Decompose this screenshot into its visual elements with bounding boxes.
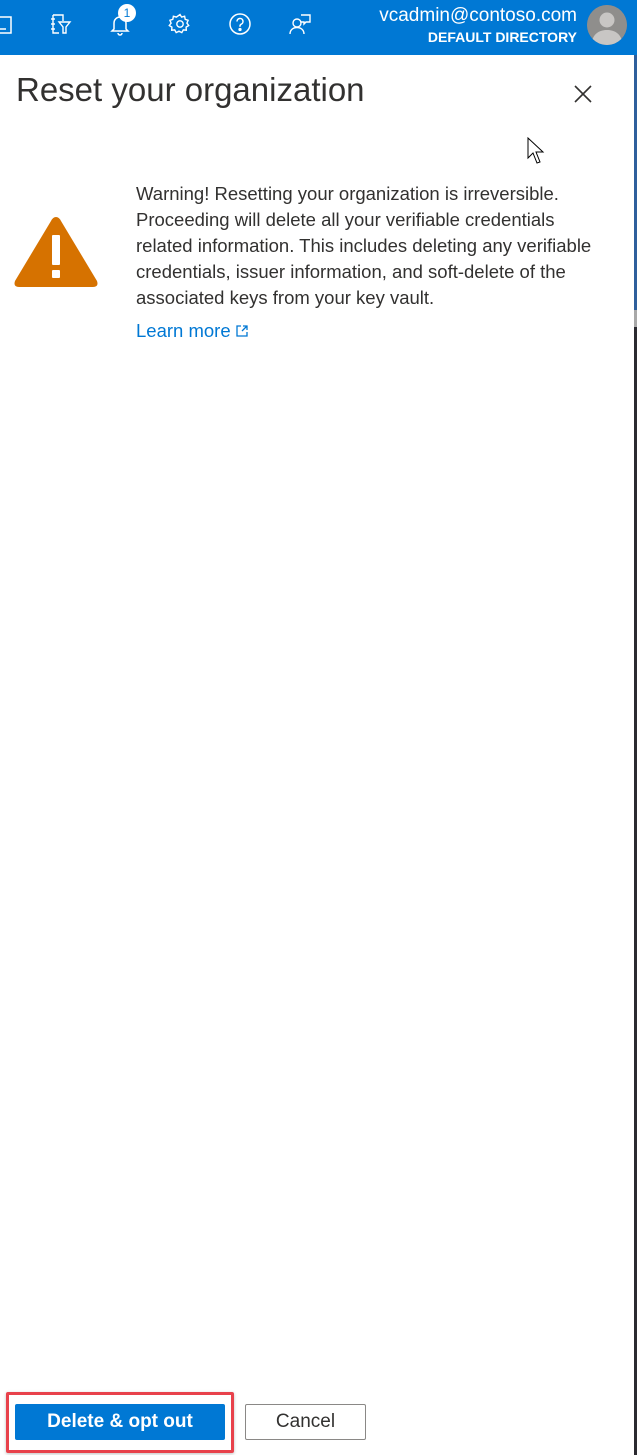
page-title: Reset your organization bbox=[16, 71, 365, 108]
settings-icon[interactable] bbox=[166, 10, 194, 38]
portal-menu-icon[interactable] bbox=[0, 10, 18, 38]
directory-filter-icon[interactable] bbox=[46, 10, 74, 38]
close-icon bbox=[574, 85, 592, 103]
account-email: vcadmin@contoso.com bbox=[379, 5, 577, 26]
top-navigation-bar: 1 vcadmin@contoso.com DEFAULT DIRECTORY bbox=[0, 0, 637, 55]
account-directory: DEFAULT DIRECTORY bbox=[427, 29, 577, 45]
warning-message: Warning! Resetting your organization is … bbox=[136, 183, 592, 308]
notifications-icon[interactable]: 1 bbox=[106, 4, 136, 38]
notification-count-badge: 1 bbox=[118, 4, 136, 22]
warning-triangle-icon bbox=[14, 217, 98, 287]
feedback-icon[interactable] bbox=[286, 10, 314, 38]
user-avatar-icon bbox=[587, 5, 627, 45]
learn-more-link[interactable]: Learn more bbox=[136, 320, 249, 342]
learn-more-label: Learn more bbox=[136, 320, 231, 341]
help-icon[interactable] bbox=[226, 10, 254, 38]
cancel-button[interactable]: Cancel bbox=[245, 1404, 366, 1440]
avatar[interactable] bbox=[587, 5, 627, 45]
delete-opt-out-button[interactable]: Delete & opt out bbox=[15, 1404, 225, 1440]
mouse-cursor-icon bbox=[527, 137, 545, 164]
external-link-icon bbox=[235, 325, 248, 337]
close-button[interactable] bbox=[568, 79, 598, 109]
reset-organization-panel: Reset your organization Warning! Resetti… bbox=[0, 55, 634, 1455]
account-info[interactable]: vcadmin@contoso.com DEFAULT DIRECTORY bbox=[379, 5, 577, 46]
